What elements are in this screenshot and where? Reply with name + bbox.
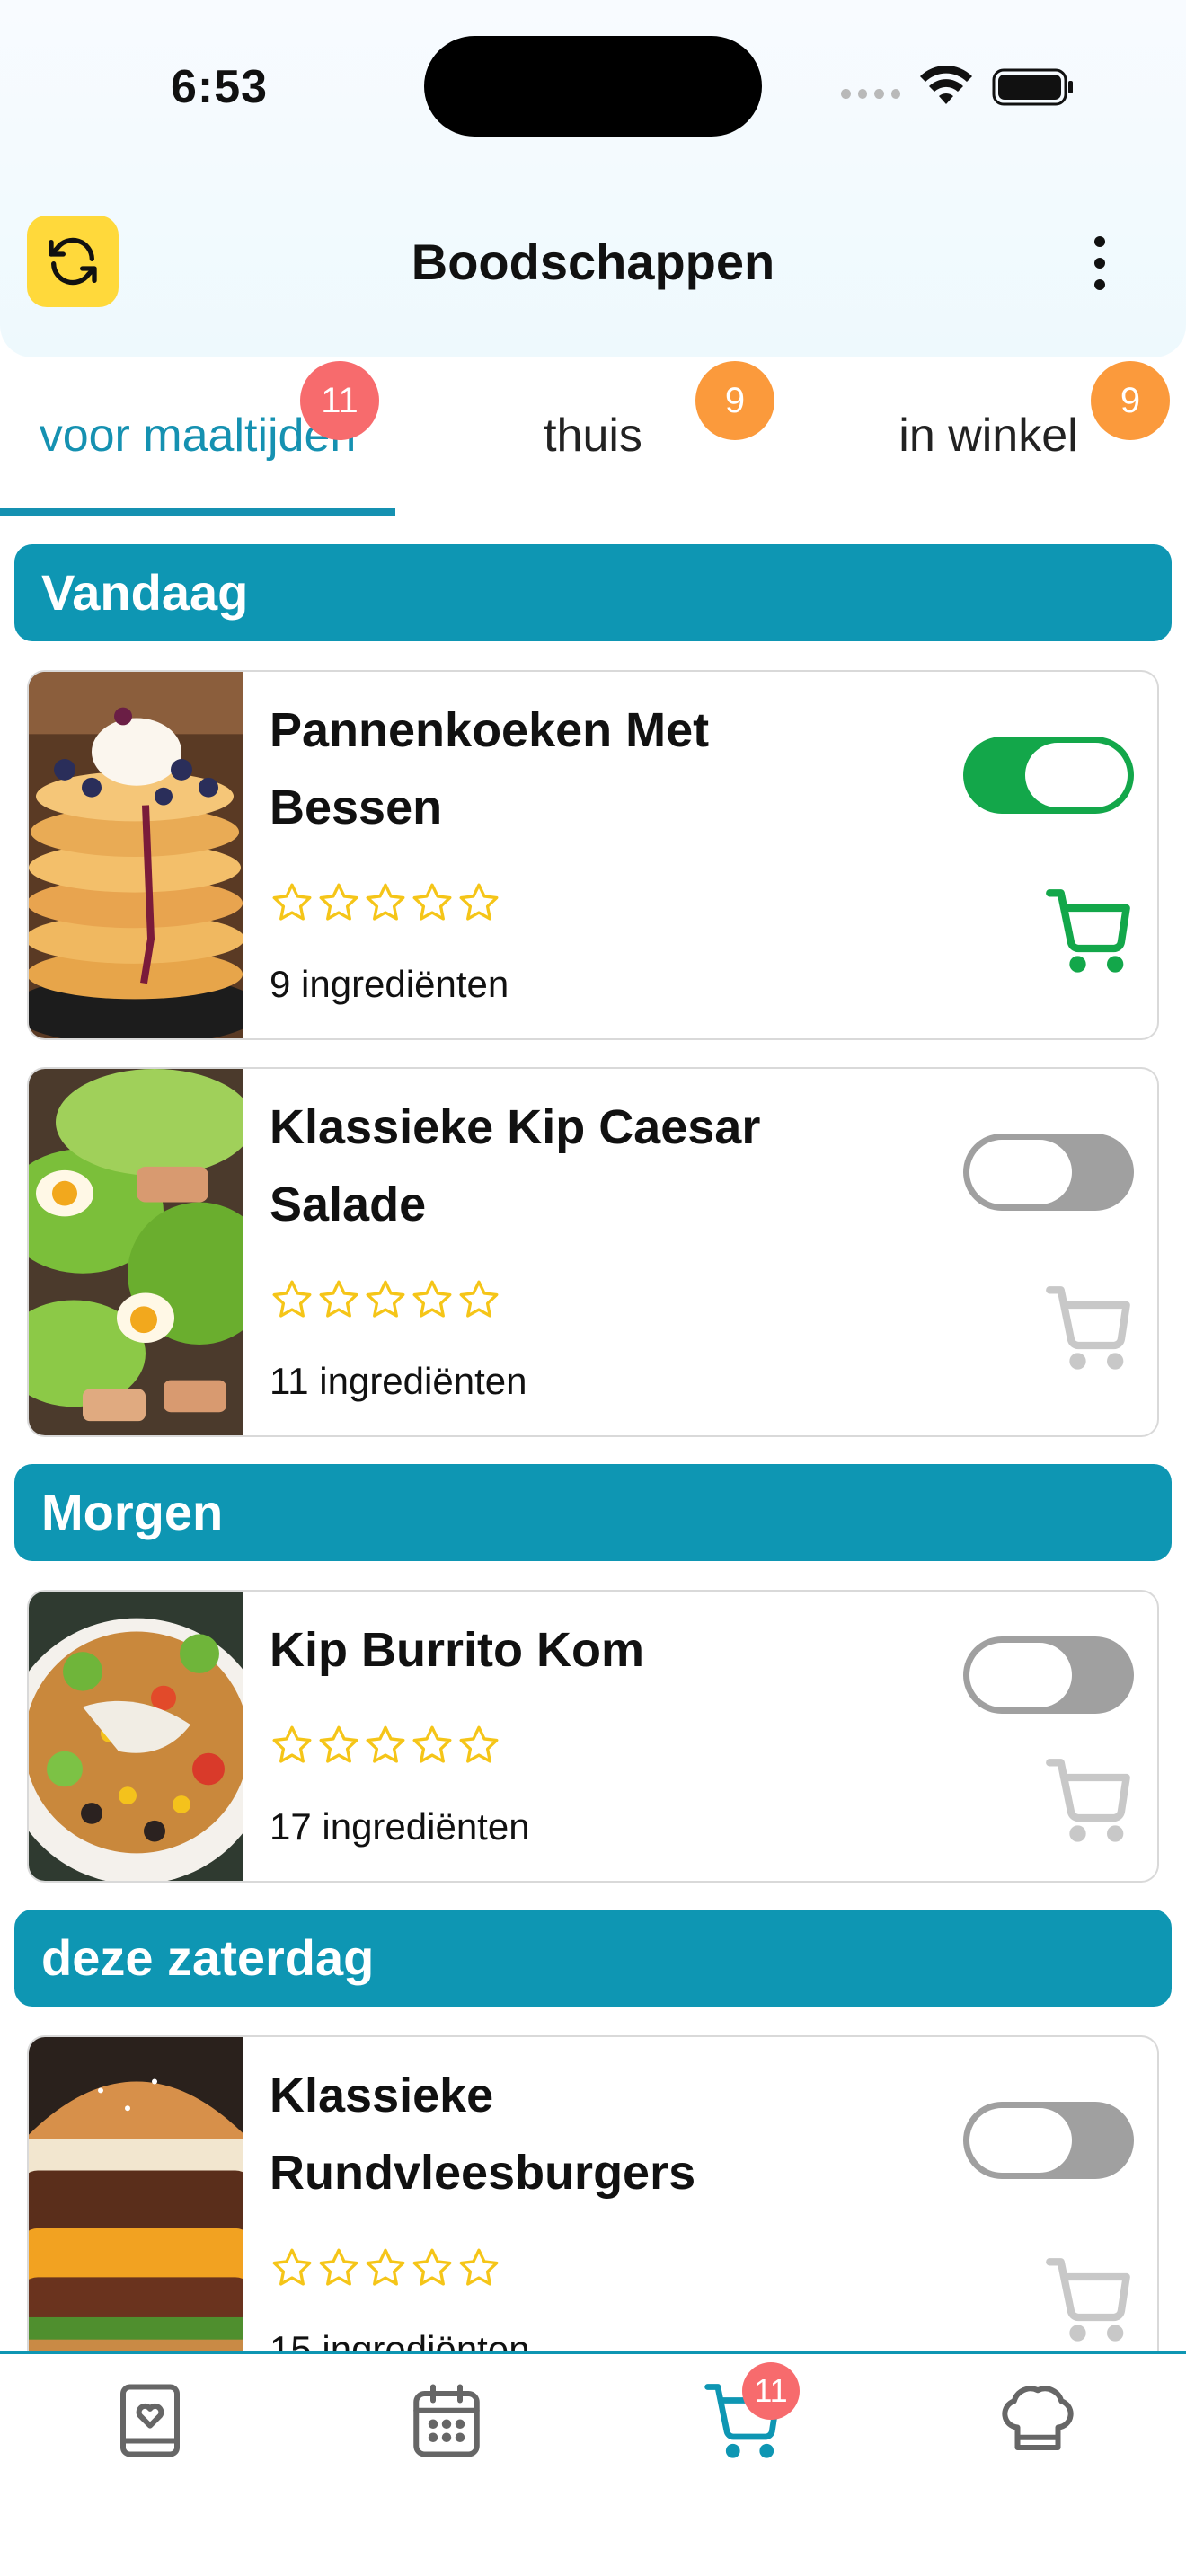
rating-stars[interactable] [270, 2245, 501, 2292]
star-icon [272, 1280, 312, 1318]
recipe-card[interactable]: Kip Burrito Kom 17 ingrediënten [27, 1590, 1159, 1883]
rating-stars[interactable] [270, 1277, 501, 1324]
recipe-name-line1: Klassieke [270, 2069, 494, 2122]
star-icon [459, 883, 499, 921]
recipe-image-caesar-salad [29, 1069, 243, 1435]
more-options-button[interactable] [1075, 232, 1125, 295]
rating-stars[interactable] [270, 1723, 501, 1769]
section-header-deze-zaterdag: deze zaterdag [14, 1910, 1172, 2007]
star-icon [366, 1725, 405, 1763]
recipe-card[interactable]: Pannenkoeken Met Bessen 9 ingrediënten [27, 670, 1159, 1040]
star-icon [366, 883, 405, 921]
star-icon [319, 1280, 358, 1318]
page-title: Boodschappen [411, 234, 775, 290]
star-icon [366, 2248, 405, 2286]
recipe-image-burrito-bowl [29, 1592, 243, 1881]
star-icon [459, 1280, 499, 1318]
recipe-image-pancakes [29, 672, 243, 1038]
tab-badge-thuis: 9 [695, 361, 774, 440]
refresh-button[interactable] [27, 216, 119, 307]
cart-icon[interactable] [1044, 886, 1134, 975]
star-icon [272, 1725, 312, 1763]
calendar-icon[interactable] [406, 2380, 487, 2461]
rating-stars[interactable] [270, 880, 501, 927]
star-icon [412, 1725, 452, 1763]
cellular-signal-icon [841, 84, 900, 102]
star-icon [412, 883, 452, 921]
meal-toggle[interactable] [963, 1636, 1134, 1714]
cart-icon[interactable] [1044, 1283, 1134, 1372]
star-icon [319, 1725, 358, 1763]
star-icon [459, 2248, 499, 2286]
star-icon [366, 1280, 405, 1318]
star-icon [459, 1725, 499, 1763]
star-icon [412, 2248, 452, 2286]
meal-toggle[interactable] [963, 1134, 1134, 1211]
recipe-card[interactable]: Klassieke Rundvleesburgers 15 ingrediënt… [27, 2035, 1159, 2405]
chef-hat-icon[interactable] [997, 2380, 1078, 2461]
tab-badge-in-winkel: 9 [1091, 361, 1170, 440]
recipe-name-line1: Klassieke Kip Caesar [270, 1100, 761, 1154]
recipe-book-icon[interactable] [110, 2380, 190, 2461]
star-icon [319, 2248, 358, 2286]
cart-icon[interactable] [1044, 2254, 1134, 2344]
recipe-name-line1: Pannenkoeken Met [270, 703, 710, 757]
ingredient-count: 17 ingrediënten [270, 1805, 530, 1848]
ingredient-count: 9 ingrediënten [270, 963, 509, 1005]
star-icon [272, 2248, 312, 2286]
ingredient-count: 11 ingrediënten [270, 1360, 527, 1402]
star-icon [412, 1280, 452, 1318]
dynamic-island [424, 36, 762, 137]
refresh-icon [49, 237, 97, 286]
cart-badge: 11 [742, 2362, 800, 2420]
active-tab-indicator [0, 508, 395, 516]
recipe-name-line2: Rundvleesburgers [270, 2146, 696, 2200]
recipe-image-beef-burgers [29, 2037, 243, 2404]
meal-toggle[interactable] [963, 2102, 1134, 2179]
tab-badge-voor-maaltijden: 11 [300, 361, 379, 440]
battery-icon [992, 68, 1073, 106]
recipe-name-line2: Salade [270, 1178, 427, 1231]
cart-icon[interactable] [1044, 1755, 1134, 1845]
star-icon [272, 883, 312, 921]
recipe-name-line2: Bessen [270, 781, 443, 834]
wifi-icon [920, 65, 972, 104]
meal-toggle[interactable] [963, 737, 1134, 814]
section-header-vandaag: Vandaag [14, 544, 1172, 641]
star-icon [319, 883, 358, 921]
section-header-morgen: Morgen [14, 1464, 1172, 1561]
status-time: 6:53 [171, 61, 269, 113]
recipe-card[interactable]: Klassieke Kip Caesar Salade 11 ingrediën… [27, 1067, 1159, 1437]
recipe-name-line1: Kip Burrito Kom [270, 1623, 644, 1677]
